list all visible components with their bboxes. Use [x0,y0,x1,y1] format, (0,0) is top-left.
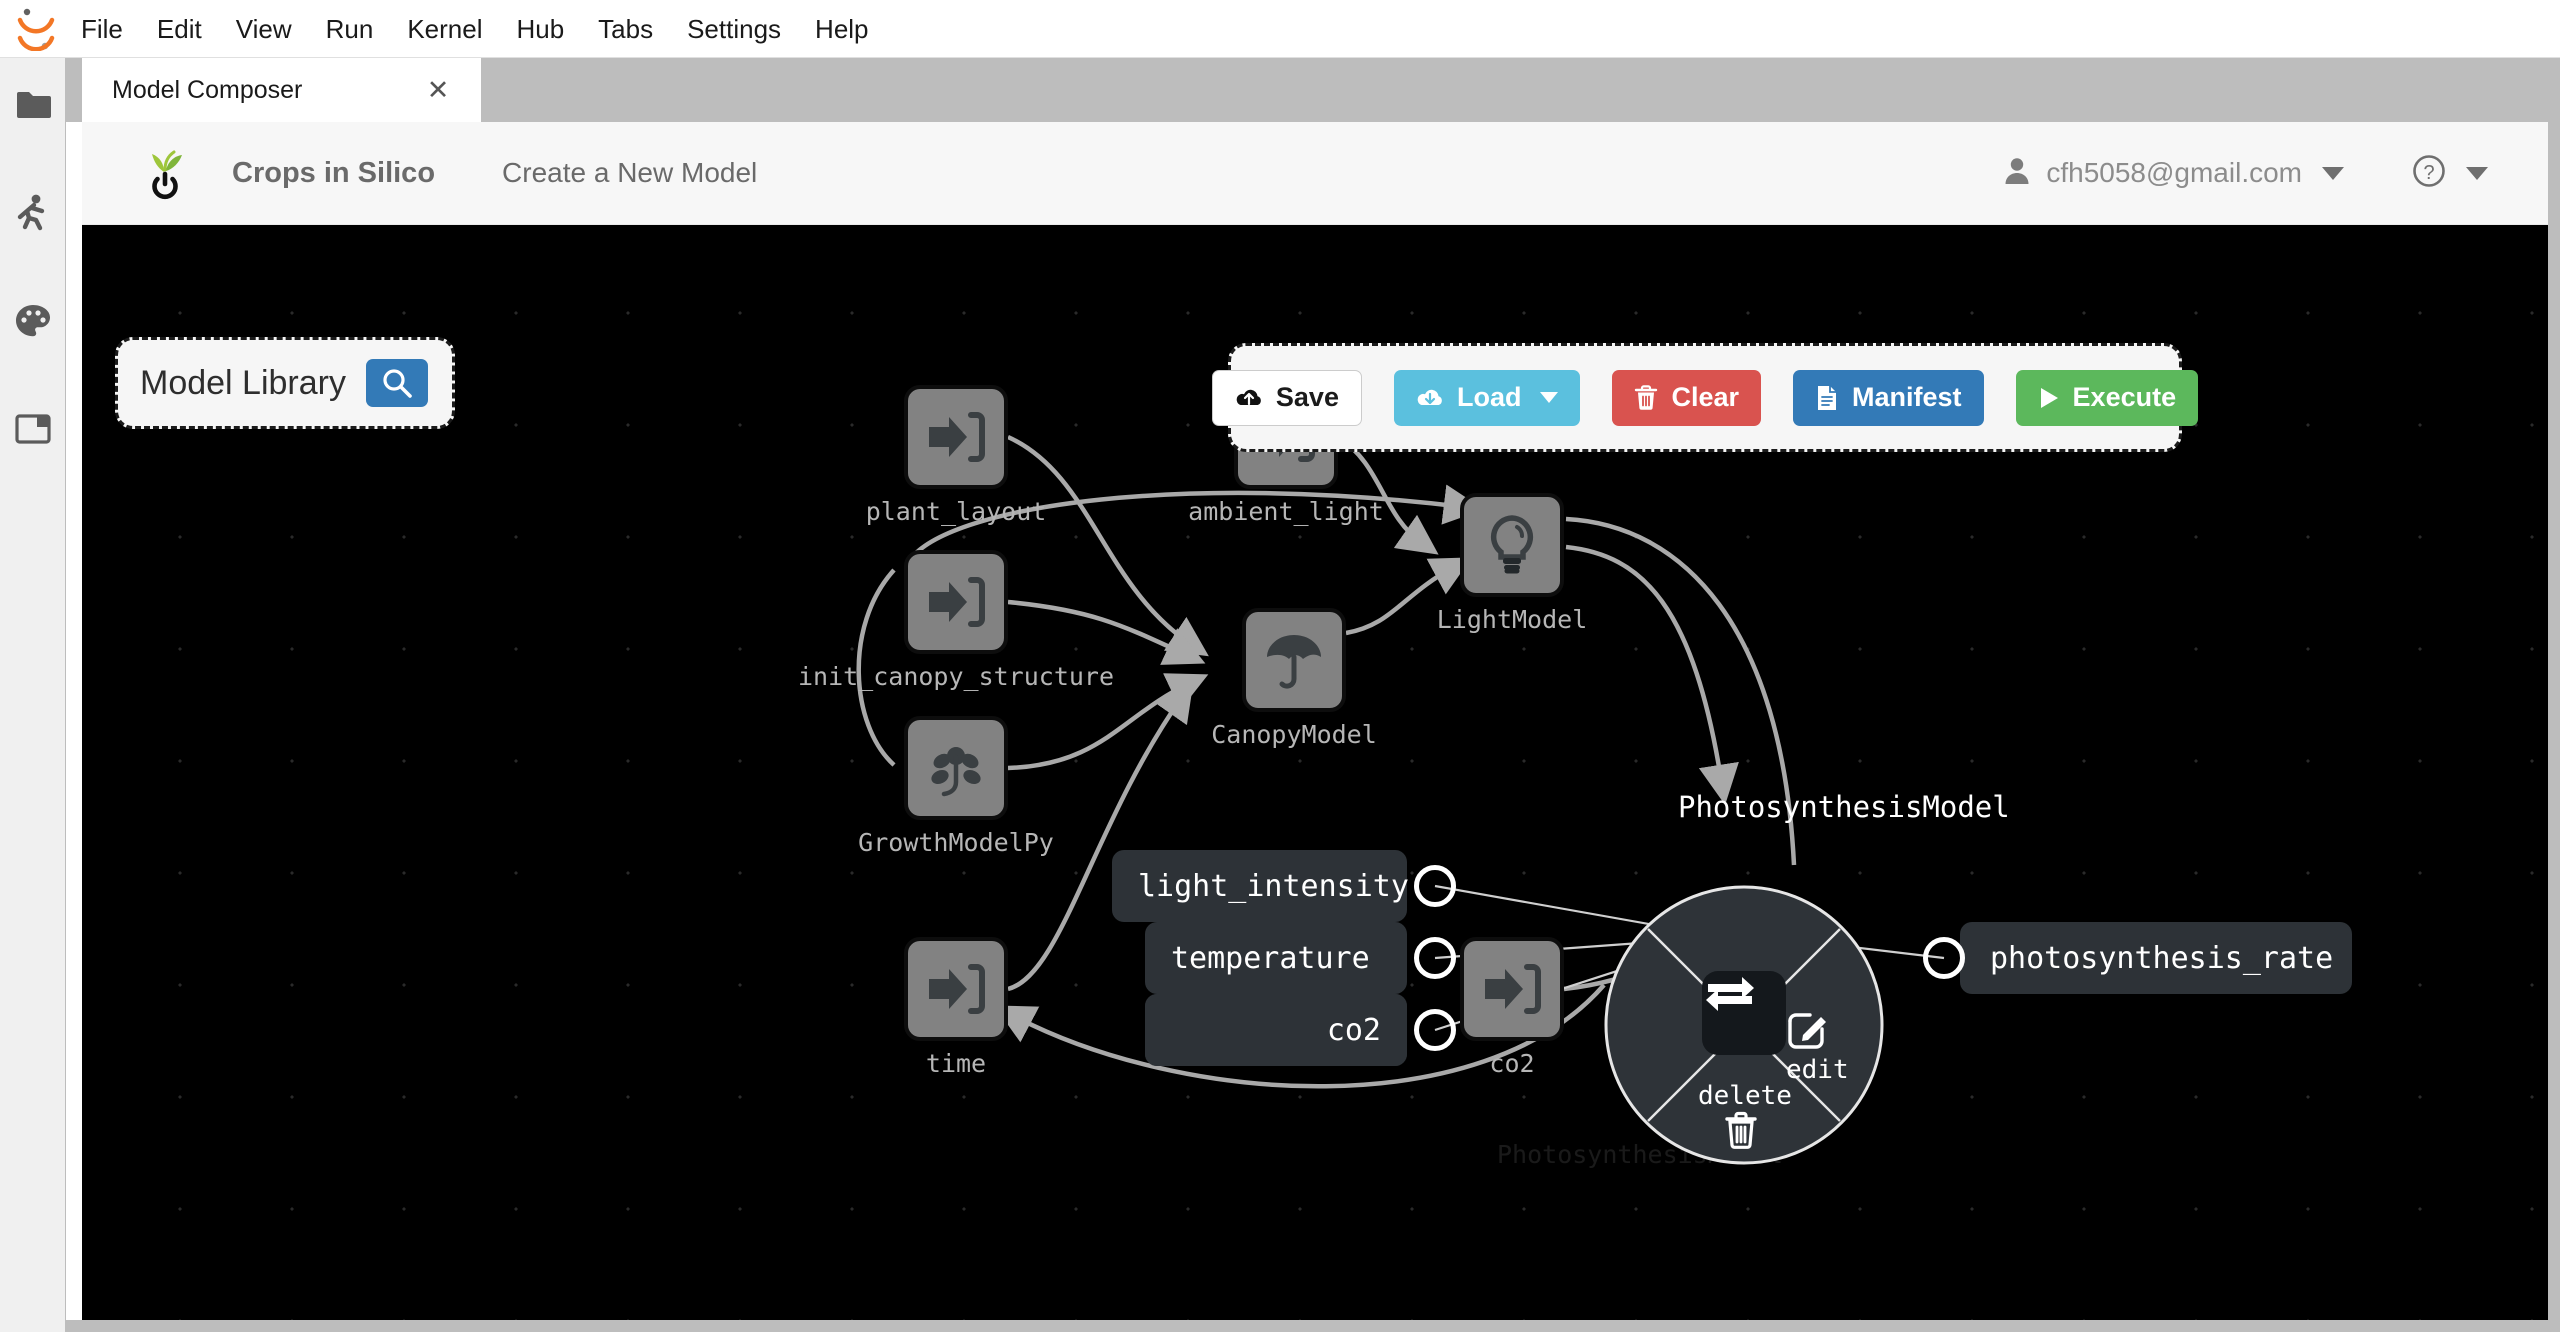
clear-button-label: Clear [1671,382,1740,412]
port-circle-co2[interactable] [1414,1009,1456,1051]
menu-kernel[interactable]: Kernel [390,0,499,58]
graph-node-canopymodel[interactable]: CanopyModel [1211,608,1377,749]
model-library-title: Model Library [140,363,346,402]
cloud-upload-icon [1235,387,1263,409]
user-icon [2004,157,2030,190]
menu-run[interactable]: Run [309,0,391,58]
node-label: GrowthModelPy [858,828,1054,857]
node-label: ambient_light [1188,497,1384,526]
play-icon [2038,386,2060,410]
palette-icon[interactable] [0,288,66,354]
load-button-label: Load [1456,382,1522,412]
port-circle-light-intensity[interactable] [1414,865,1456,907]
menu-tabs[interactable]: Tabs [581,0,670,58]
port-pill-photosynthesis-rate[interactable]: photosynthesis_rate [1960,922,2352,994]
node-box[interactable] [1460,937,1564,1041]
port-circle-temperature[interactable] [1414,937,1456,979]
node-box[interactable] [1242,608,1346,712]
cloud-download-icon [1416,387,1444,409]
node-label: CanopyModel [1211,720,1377,749]
menu-help[interactable]: Help [798,0,885,58]
node-label: co2 [1489,1049,1535,1078]
tabarea-bottom-filler [66,1320,2560,1332]
graph-node-lightmodel[interactable]: LightModel [1437,493,1587,634]
node-label: init_canopy_structure [797,662,1115,691]
question-circle-icon: ? [2412,154,2446,193]
composer-toolbar: Save Load Clear Manifest Execute [1211,343,2199,452]
menu-settings[interactable]: Settings [670,0,798,58]
manifest-button-label: Manifest [1852,382,1962,412]
trash-icon [1634,384,1658,411]
crops-in-silico-sprout-power-icon [144,144,190,202]
search-icon[interactable] [365,359,428,407]
running-person-icon[interactable] [0,180,66,246]
menu-file[interactable]: File [64,0,140,58]
app-header: Crops in Silico Create a New Model cfh50… [82,122,2548,225]
manifest-button[interactable]: Manifest [1793,369,1984,426]
chevron-down-icon [2466,166,2488,180]
save-button[interactable]: Save [1211,369,1362,426]
graph-node-plant-layout[interactable]: plant_layout [866,385,1046,526]
graph-node-co2[interactable]: co2 [1460,937,1564,1078]
jupyterlab-menubar: File Edit View Run Kernel Hub Tabs Setti… [0,0,2560,58]
input-arrow-icon [1485,964,1541,1014]
plant-leaf-icon [931,747,981,797]
port-circle-photosynthesis-rate[interactable] [1923,937,1965,979]
graph-canvas[interactable]: plant_layout ambient_light init_canopy_s… [82,225,2548,1320]
user-email: cfh5058@gmail.com [2046,157,2302,188]
node-label: time [925,1049,987,1078]
lightbulb-icon [1490,515,1534,574]
selected-node-title: PhotosynthesisModel [1678,790,2010,824]
save-button-label: Save [1275,382,1339,412]
node-box[interactable] [904,937,1008,1041]
svg-text:?: ? [2423,162,2434,184]
menu-hub[interactable]: Hub [499,0,581,58]
menu-view[interactable]: View [219,0,309,58]
execute-button-label: Execute [2072,382,2177,412]
node-box[interactable] [1460,493,1564,597]
menu-edit[interactable]: Edit [140,0,219,58]
user-menu[interactable]: cfh5058@gmail.com [2004,157,2344,190]
execute-button[interactable]: Execute [2015,369,2199,426]
model-library-panel[interactable]: Model Library [115,337,455,429]
chevron-down-icon [1540,392,1559,403]
model-composer-document: Crops in Silico Create a New Model cfh50… [82,122,2548,1320]
chevron-down-icon [2322,166,2344,180]
umbrella-icon [1267,635,1321,689]
swap-arrows-icon[interactable] [1702,971,1786,1055]
nav-create-a-new-model[interactable]: Create a New Model [502,157,757,189]
input-arrow-icon [929,577,985,627]
jupyter-logo-icon [8,0,64,58]
input-arrow-icon [929,412,985,462]
node-label: plant_layout [865,497,1047,526]
node-box[interactable] [904,716,1008,820]
help-menu[interactable]: ? [2412,154,2488,193]
tabs-panel-icon[interactable] [0,396,66,462]
port-pill-temperature[interactable]: temperature [1145,922,1407,994]
load-button[interactable]: Load [1393,369,1581,426]
document-icon [1815,384,1839,412]
port-pill-co2[interactable]: co2 [1145,994,1407,1066]
graph-node-time[interactable]: time [904,937,1008,1078]
graph-node-growthmodelpy[interactable]: GrowthModelPy [858,716,1054,857]
input-arrow-icon [929,964,985,1014]
close-icon[interactable]: ✕ [421,73,455,107]
tab-label: Model Composer [112,75,303,104]
tabarea-right-filler [2548,122,2560,1320]
header-right-group: cfh5058@gmail.com ? [2004,154,2548,193]
node-label: LightModel [1436,605,1588,634]
brand-title[interactable]: Crops in Silico [232,157,435,190]
jupyterlab-tabbar: Model Composer ✕ [66,58,2560,122]
port-pill-light-intensity[interactable]: light_intensity [1112,850,1409,922]
clear-button[interactable]: Clear [1612,369,1762,426]
folder-icon[interactable] [0,72,66,138]
radial-context-menu[interactable]: edit delete [1604,885,1884,1165]
node-box[interactable] [904,385,1008,489]
graph-node-init-canopy-structure[interactable]: init_canopy_structure [798,550,1114,691]
tab-model-composer[interactable]: Model Composer ✕ [82,58,482,122]
node-box[interactable] [904,550,1008,654]
jupyterlab-activity-bar [0,58,66,1332]
